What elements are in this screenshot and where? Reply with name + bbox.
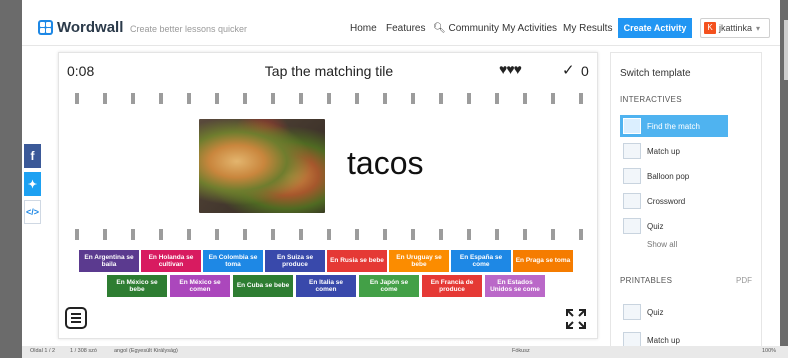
word-count: 1 / 308 szó <box>70 348 97 354</box>
username: jkattinka <box>719 23 753 33</box>
answer-tile[interactable]: En Praga se toma <box>513 250 573 272</box>
twitter-share-button[interactable]: ✦ <box>24 172 41 196</box>
printables-heading: PRINTABLES <box>620 276 673 285</box>
answer-tile[interactable]: En Estados Unidos se come <box>485 275 545 297</box>
browser-page: Wordwall Create better lessons quicker H… <box>22 0 780 348</box>
template-label: Balloon pop <box>647 171 690 181</box>
template-label: Match up <box>647 146 680 156</box>
answer-tile[interactable]: En Suiza se produce <box>265 250 325 272</box>
avatar: K <box>704 22 716 34</box>
logo-text: Wordwall <box>57 19 124 36</box>
word-status-bar: Oldal 1 / 2 1 / 308 szó angol (Egyesült … <box>22 346 788 358</box>
find-the-match-thumbnail-icon <box>623 118 641 134</box>
template-quiz[interactable]: Quiz <box>620 215 728 237</box>
balloon-pop-thumbnail-icon <box>623 168 641 184</box>
pdf-label: PDF <box>736 276 752 285</box>
embed-icon: </> <box>25 207 39 217</box>
printable-quiz[interactable]: Quiz <box>620 301 728 323</box>
window-scrollbar[interactable] <box>784 20 788 80</box>
check-icon: ✓ <box>562 62 575 79</box>
printable-quiz-thumbnail-icon <box>623 304 641 320</box>
menu-line <box>71 317 81 319</box>
printable-label: Quiz <box>647 307 664 317</box>
game-prompt: Tap the matching tile <box>264 63 394 79</box>
show-all-link[interactable]: Show all <box>647 240 677 249</box>
target-word: tacos <box>347 145 424 181</box>
answer-tile[interactable]: En Uruguay se bebe <box>389 250 449 272</box>
template-crossword[interactable]: Crossword <box>620 190 728 212</box>
user-menu[interactable]: K jkattinka ▾ <box>700 18 770 38</box>
wordwall-logo[interactable]: Wordwall <box>38 19 123 36</box>
template-label: Find the match <box>647 121 700 131</box>
embed-button[interactable]: </> <box>24 200 41 224</box>
nav-features[interactable]: Features <box>386 23 425 34</box>
answer-tile[interactable]: En Francia de produce <box>422 275 482 297</box>
answer-tile[interactable]: En España se come <box>451 250 511 272</box>
quiz-thumbnail-icon <box>623 218 641 234</box>
crossword-thumbnail-icon <box>623 193 641 209</box>
tacos-image <box>199 119 325 213</box>
nav-community[interactable]: 🔍︎ Community <box>433 23 499 34</box>
switch-template-title: Switch template <box>620 68 691 79</box>
language-indicator[interactable]: angol (Egyesült Királyság) <box>114 348 178 354</box>
nav-home[interactable]: Home <box>350 23 377 34</box>
menu-button[interactable] <box>65 307 87 329</box>
template-sidebar: Switch template INTERACTIVES Find the ma… <box>610 52 762 348</box>
twitter-icon: ✦ <box>27 178 38 191</box>
answer-tile[interactable]: En Cuba se bebe <box>233 275 293 297</box>
nav-community-label: Community <box>448 23 500 34</box>
answer-tile[interactable]: En Italia se comen <box>296 275 356 297</box>
focus-button[interactable]: Fókusz <box>512 348 530 354</box>
wordwall-logo-icon <box>38 20 53 35</box>
template-label: Crossword <box>647 196 686 206</box>
printable-label: Match up <box>647 335 680 345</box>
fullscreen-icon[interactable] <box>565 308 587 330</box>
top-navigation-bar: Wordwall Create better lessons quicker H… <box>22 8 780 46</box>
nav-my-results[interactable]: My Results <box>563 23 612 34</box>
lives-hearts-icon: ♥♥♥ <box>499 61 522 77</box>
answer-tile[interactable]: En Japón se come <box>359 275 419 297</box>
answer-tile[interactable]: En México se bebe <box>107 275 167 297</box>
menu-line <box>71 321 81 323</box>
answer-tile[interactable]: En Colombia se toma <box>203 250 263 272</box>
create-activity-button[interactable]: Create Activity <box>618 18 692 38</box>
search-icon: 🔍︎ <box>433 23 446 34</box>
zoom-level[interactable]: 100% <box>762 348 776 354</box>
nav-my-activities[interactable]: My Activities <box>502 23 557 34</box>
timer: 0:08 <box>67 63 95 79</box>
answer-tile[interactable]: En Holanda se cultivan <box>141 250 201 272</box>
template-balloon-pop[interactable]: Balloon pop <box>620 165 728 187</box>
score-counter: 0 <box>581 63 589 79</box>
activity-frame: 0:08 Tap the matching tile ♥♥♥ ✓ 0 tacos… <box>58 52 598 339</box>
match-up-thumbnail-icon <box>623 143 641 159</box>
film-strip-bottom <box>69 229 589 240</box>
tagline: Create better lessons quicker <box>130 24 248 34</box>
facebook-icon: f <box>30 149 35 163</box>
menu-line <box>71 313 81 315</box>
template-find-the-match[interactable]: Find the match <box>620 115 728 137</box>
answer-tile[interactable]: En Argentina se baila <box>79 250 139 272</box>
answer-tile[interactable]: En Rusia se bebe <box>327 250 387 272</box>
answer-tile[interactable]: En México se comen <box>170 275 230 297</box>
page-indicator: Oldal 1 / 2 <box>30 348 56 354</box>
chevron-down-icon: ▾ <box>756 23 761 33</box>
template-match-up[interactable]: Match up <box>620 140 728 162</box>
facebook-share-button[interactable]: f <box>24 144 41 168</box>
film-strip-top <box>69 93 589 104</box>
interactives-heading: INTERACTIVES <box>620 95 682 104</box>
template-label: Quiz <box>647 221 664 231</box>
